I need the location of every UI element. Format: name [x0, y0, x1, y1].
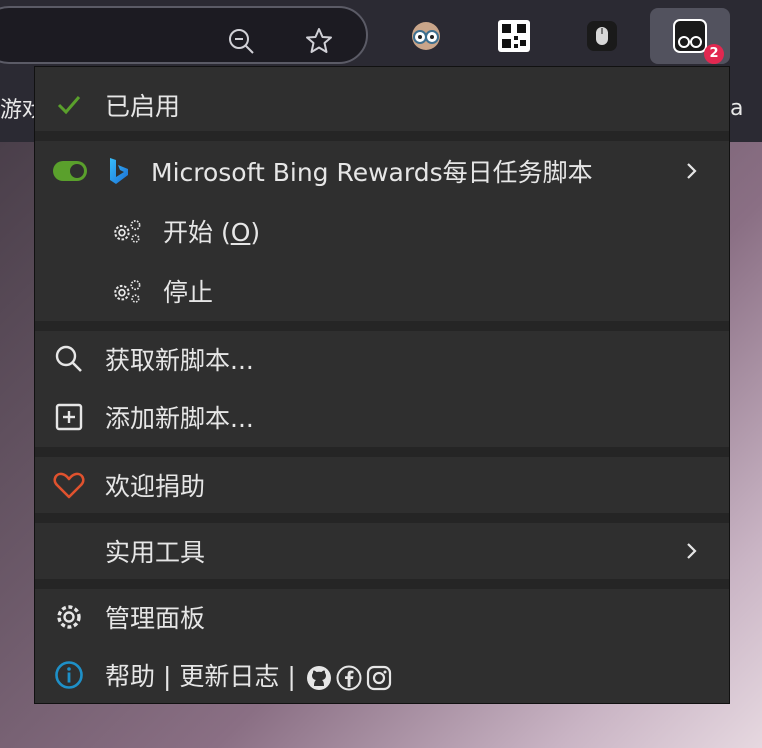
stop-command-label: 停止	[163, 278, 214, 307]
extension-mouse-button[interactable]	[574, 8, 630, 64]
chevron-right-icon	[687, 163, 697, 179]
extension-qrcode-button[interactable]	[486, 8, 542, 64]
bing-icon	[103, 155, 135, 187]
github-icon[interactable]	[306, 665, 332, 691]
instagram-icon[interactable]	[366, 665, 392, 691]
qr-code-icon	[498, 20, 530, 52]
donate-item[interactable]: 欢迎捐助	[35, 457, 729, 513]
add-new-script-label: 添加新脚本...	[105, 404, 254, 433]
heart-icon	[53, 469, 85, 501]
utilities-label: 实用工具	[105, 538, 206, 567]
gear-icon	[53, 601, 85, 633]
bookmark-star-icon[interactable]	[304, 26, 334, 56]
enabled-label: 已启用	[105, 92, 181, 121]
start-command-label: 开始 (O)	[163, 218, 261, 247]
facebook-icon[interactable]	[336, 665, 362, 691]
mouse-icon	[587, 21, 617, 51]
add-new-script-item[interactable]: 添加新脚本...	[35, 389, 729, 445]
enabled-toggle-item[interactable]: 已启用	[35, 77, 729, 133]
utilities-item[interactable]: 实用工具	[35, 523, 729, 579]
changelog-link[interactable]: 更新日志	[179, 662, 279, 691]
tampermonkey-icon	[673, 19, 707, 53]
dashboard-item[interactable]: 管理面板	[35, 589, 729, 645]
bookmark-item[interactable]: a	[730, 96, 743, 121]
help-link[interactable]: 帮助	[105, 662, 155, 691]
gears-icon	[111, 275, 143, 307]
link-divider: |	[287, 662, 296, 691]
script-enabled-toggle[interactable]	[53, 161, 87, 181]
info-icon	[53, 659, 85, 691]
menu-separator	[35, 447, 729, 457]
script-command-start[interactable]: 开始 (O)	[35, 203, 729, 259]
extension-badge-count: 2	[704, 44, 724, 64]
tampermonkey-popup-menu: 已启用 Microsoft Bing Rewards每日任务脚本 开始 (O)	[34, 66, 730, 704]
address-bar[interactable]	[0, 6, 368, 64]
help-item: 帮助 | 更新日志 |	[35, 647, 729, 703]
extension-tampermonkey-button[interactable]: 2	[650, 8, 730, 64]
menu-separator	[35, 513, 729, 523]
gears-icon	[111, 215, 143, 247]
zoom-out-icon[interactable]	[226, 26, 256, 56]
menu-separator	[35, 321, 729, 331]
checkmark-icon	[53, 89, 85, 121]
dashboard-label: 管理面板	[105, 604, 206, 633]
get-new-scripts-item[interactable]: 获取新脚本...	[35, 331, 729, 387]
search-icon	[53, 343, 85, 375]
extension-owl-button[interactable]	[398, 8, 454, 64]
chevron-right-icon	[687, 543, 697, 559]
script-name: Microsoft Bing Rewards每日任务脚本	[151, 158, 593, 187]
script-command-stop[interactable]: 停止	[35, 263, 729, 319]
help-links: 帮助 | 更新日志 |	[105, 657, 392, 693]
menu-separator	[35, 579, 729, 589]
link-divider: |	[162, 662, 172, 691]
script-item[interactable]: Microsoft Bing Rewards每日任务脚本	[35, 143, 729, 199]
get-new-scripts-label: 获取新脚本...	[105, 346, 254, 375]
donate-label: 欢迎捐助	[105, 472, 206, 501]
menu-separator	[35, 131, 729, 141]
browser-toolbar: 2	[0, 0, 762, 72]
add-square-icon	[53, 401, 85, 433]
owl-icon	[412, 22, 440, 50]
